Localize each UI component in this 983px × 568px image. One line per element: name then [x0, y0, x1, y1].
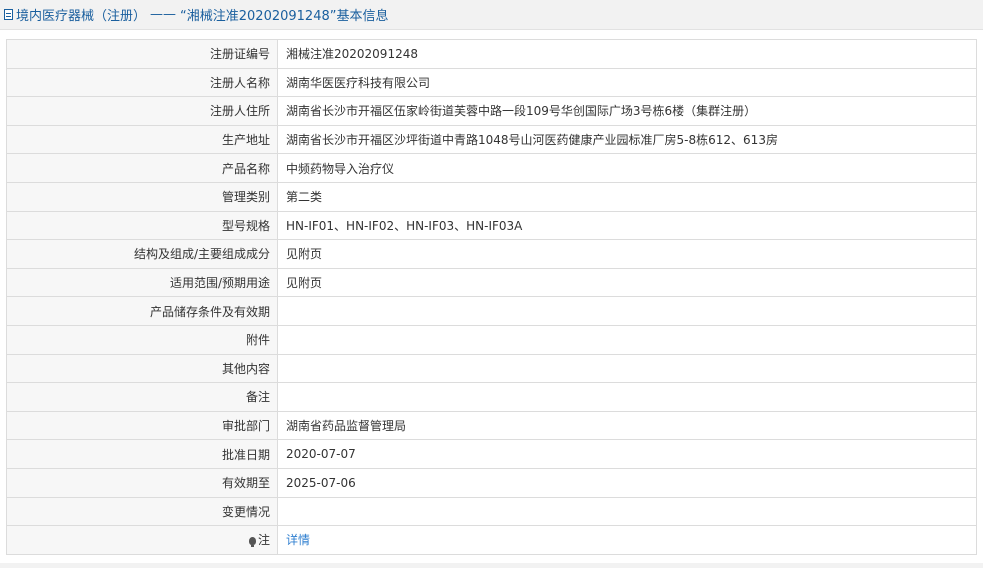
- table-row: 变更情况: [6, 496, 977, 527]
- row-label: 附件: [6, 324, 278, 355]
- table-row: 批准日期 2020-07-07: [6, 439, 977, 469]
- table-row: 注册人名称 湖南华医医疗科技有限公司: [6, 67, 977, 98]
- row-label: 审批部门: [6, 410, 278, 441]
- row-label: 注册证编号: [6, 39, 278, 69]
- note-row: 注 详情: [6, 525, 977, 555]
- bottom-divider: [0, 563, 983, 568]
- row-label: 生产地址: [6, 124, 278, 155]
- table-row: 适用范围/预期用途 见附页: [6, 267, 977, 298]
- table-row: 附件: [6, 324, 977, 355]
- row-label: 适用范围/预期用途: [6, 267, 278, 298]
- row-value: 第二类: [277, 181, 977, 212]
- row-label: 有效期至: [6, 467, 278, 498]
- row-value: [277, 296, 977, 326]
- table-row: 管理类别 第二类: [6, 181, 977, 212]
- table-row: 生产地址 湖南省长沙市开福区沙坪街道中青路1048号山河医药健康产业园标准厂房5…: [6, 124, 977, 155]
- row-value: 2020-07-07: [277, 439, 977, 469]
- table-row: 型号规格 HN-IF01、HN-IF02、HN-IF03、HN-IF03A: [6, 210, 977, 241]
- page-title: 境内医疗器械（注册） —— “湘械注准20202091248” 基本信息: [0, 0, 983, 30]
- row-value: 2025-07-06: [277, 467, 977, 498]
- row-value: 湖南省长沙市开福区伍家岭街道芙蓉中路一段109号华创国际广场3号栋6楼（集群注册…: [277, 96, 977, 126]
- title-separator: ——: [150, 7, 177, 22]
- row-label: 产品名称: [6, 153, 278, 183]
- table-row: 产品名称 中频药物导入治疗仪: [6, 153, 977, 183]
- row-value: 中频药物导入治疗仪: [277, 153, 977, 183]
- row-value: 见附页: [277, 267, 977, 298]
- row-label: 批准日期: [6, 439, 278, 469]
- lightbulb-icon: [248, 537, 256, 548]
- table-row: 注册证编号 湘械注准20202091248: [6, 39, 977, 69]
- page: 境内医疗器械（注册） —— “湘械注准20202091248” 基本信息 注册证…: [0, 0, 983, 568]
- row-value: [277, 496, 977, 527]
- note-label-cell: 注: [6, 525, 278, 555]
- title-suffix: 基本信息: [336, 9, 389, 24]
- details-link[interactable]: 详情: [286, 533, 310, 547]
- row-value: 湖南省长沙市开福区沙坪街道中青路1048号山河医药健康产业园标准厂房5-8栋61…: [277, 124, 977, 155]
- row-value: [277, 353, 977, 384]
- table-row: 其他内容: [6, 353, 977, 384]
- row-label: 备注: [6, 382, 278, 412]
- document-icon: [4, 9, 13, 20]
- row-label: 其他内容: [6, 353, 278, 384]
- row-value: 湖南省药品监督管理局: [277, 410, 977, 441]
- row-label: 型号规格: [6, 210, 278, 241]
- row-label: 变更情况: [6, 496, 278, 527]
- row-value: HN-IF01、HN-IF02、HN-IF03、HN-IF03A: [277, 210, 977, 241]
- note-label: 注: [257, 533, 270, 548]
- row-label: 注册人名称: [6, 67, 278, 98]
- row-value: 见附页: [277, 239, 977, 269]
- info-table: 注册证编号 湘械注准20202091248 注册人名称 湖南华医医疗科技有限公司…: [6, 39, 977, 555]
- table-row: 产品储存条件及有效期: [6, 296, 977, 326]
- note-value-cell: 详情: [277, 525, 977, 555]
- row-label: 管理类别: [6, 181, 278, 212]
- table-row: 注册人住所 湖南省长沙市开福区伍家岭街道芙蓉中路一段109号华创国际广场3号栋6…: [6, 96, 977, 126]
- table-row: 审批部门 湖南省药品监督管理局: [6, 410, 977, 441]
- title-registration-number: “湘械注准20202091248”: [180, 9, 337, 24]
- table-row: 备注: [6, 382, 977, 412]
- row-label: 注册人住所: [6, 96, 278, 126]
- row-label: 产品储存条件及有效期: [6, 296, 278, 326]
- title-category: 境内医疗器械（注册）: [16, 9, 147, 24]
- row-value: [277, 382, 977, 412]
- table-row: 有效期至 2025-07-06: [6, 467, 977, 498]
- row-value: 湘械注准20202091248: [277, 39, 977, 69]
- row-label: 结构及组成/主要组成成分: [6, 239, 278, 269]
- row-value: 湖南华医医疗科技有限公司: [277, 67, 977, 98]
- row-value: [277, 324, 977, 355]
- table-row: 结构及组成/主要组成成分 见附页: [6, 239, 977, 269]
